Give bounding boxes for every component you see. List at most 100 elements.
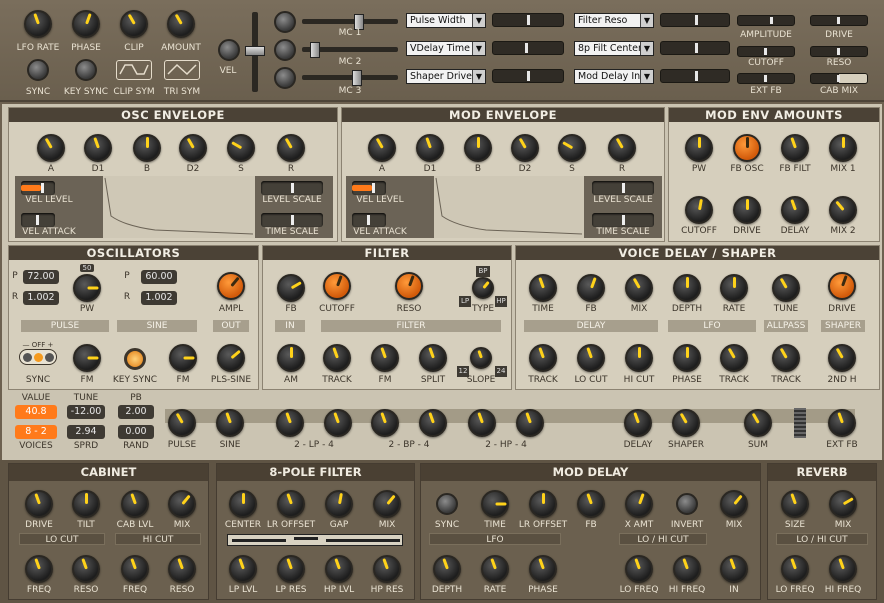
osc-time-scale-slider[interactable]	[261, 213, 323, 227]
lfo-phase-knob[interactable]	[72, 10, 100, 38]
delay-fb-knob[interactable]	[577, 274, 605, 302]
filter-fb-knob[interactable]	[277, 274, 305, 302]
delay-lo-cut-knob[interactable]	[577, 344, 605, 372]
mix-shaper-knob[interactable]	[672, 409, 700, 437]
osc-env-r-knob[interactable]	[277, 134, 305, 162]
cab-mix-slider[interactable]	[810, 73, 868, 84]
pulse-width-knob[interactable]	[73, 274, 101, 302]
sprd-value[interactable]: 2.94	[67, 425, 105, 439]
mod-amount-4-track[interactable]	[660, 13, 730, 27]
mod-dest-6-dropdown[interactable]: Mod Delay In ▼	[574, 69, 654, 84]
delay-track-knob[interactable]	[529, 344, 557, 372]
mod-env-fb-osc-knob[interactable]	[733, 134, 761, 162]
mc3-slider[interactable]	[302, 70, 398, 86]
mod-delay-fb-knob[interactable]	[577, 490, 605, 518]
mod-level-scale-slider[interactable]	[592, 181, 654, 195]
lfo-phase-knob[interactable]	[673, 344, 701, 372]
lfo-amount-knob[interactable]	[167, 10, 195, 38]
cab-lo-reso-knob[interactable]	[72, 555, 100, 583]
osc-env-b-knob[interactable]	[133, 134, 161, 162]
lfo-track-knob[interactable]	[720, 344, 748, 372]
lp-res-knob[interactable]	[277, 555, 305, 583]
pole-lr-offset-knob[interactable]	[277, 490, 305, 518]
mod-delay-x-amt-knob[interactable]	[625, 490, 653, 518]
mod-delay-phase-knob[interactable]	[529, 555, 557, 583]
lfo-clip-knob[interactable]	[120, 10, 148, 38]
allpass-tune-knob[interactable]	[772, 274, 800, 302]
cab-hi-freq-knob[interactable]	[121, 555, 149, 583]
cab-drive-knob[interactable]	[25, 490, 53, 518]
reverb-mix-knob[interactable]	[829, 490, 857, 518]
pole-center-knob[interactable]	[229, 490, 257, 518]
ext-fb-slider[interactable]	[737, 73, 795, 84]
cutoff-slider[interactable]	[737, 46, 795, 57]
filter-slope-knob[interactable]	[470, 347, 492, 369]
cab-lvl-knob[interactable]	[121, 490, 149, 518]
voices-value[interactable]: 8 - 2	[15, 425, 57, 439]
mod-env-drive-knob[interactable]	[733, 196, 761, 224]
mod-delay-time-knob[interactable]	[481, 490, 509, 518]
mod-delay-rate-knob[interactable]	[481, 555, 509, 583]
cab-lo-freq-knob[interactable]	[25, 555, 53, 583]
pole-gap-knob[interactable]	[325, 490, 353, 518]
allpass-track-knob[interactable]	[772, 344, 800, 372]
mix-hp4-knob[interactable]	[516, 409, 544, 437]
mix-hp2-knob[interactable]	[468, 409, 496, 437]
pb-value[interactable]: 2.00	[118, 405, 154, 419]
mod-env-delay-knob[interactable]	[781, 196, 809, 224]
mix-sum-knob[interactable]	[744, 409, 772, 437]
mod-delay-sync-button[interactable]	[436, 493, 458, 515]
sine-fm-knob[interactable]	[169, 344, 197, 372]
mod-env-pw-knob[interactable]	[685, 134, 713, 162]
reverb-size-knob[interactable]	[781, 490, 809, 518]
mod-vel-attack-slider[interactable]	[352, 213, 386, 227]
osc-env-d2-knob[interactable]	[179, 134, 207, 162]
mix-bp4-knob[interactable]	[419, 409, 447, 437]
reverb-lo-freq-knob[interactable]	[781, 555, 809, 583]
filter-cutoff-knob[interactable]	[323, 272, 351, 300]
lfo-rate-knob[interactable]	[720, 274, 748, 302]
cab-mix-knob[interactable]	[168, 490, 196, 518]
mod-env-s-knob[interactable]	[558, 134, 586, 162]
mod-delay-invert-button[interactable]	[676, 493, 698, 515]
mod-dest-2-dropdown[interactable]: VDelay Time ▼	[406, 41, 486, 56]
reverb-hi-freq-knob[interactable]	[829, 555, 857, 583]
mod-env-mix2-knob[interactable]	[829, 196, 857, 224]
mod-env-d1-knob[interactable]	[416, 134, 444, 162]
mod-vel-level-slider[interactable]	[352, 181, 386, 195]
mod-env-cutoff-knob[interactable]	[685, 196, 713, 224]
mc1-button[interactable]	[274, 11, 296, 33]
mod-env-a-knob[interactable]	[368, 134, 396, 162]
filter-reso-knob[interactable]	[395, 272, 423, 300]
delay-hi-cut-knob[interactable]	[625, 344, 653, 372]
delay-mix-knob[interactable]	[625, 274, 653, 302]
osc-env-d1-knob[interactable]	[84, 134, 112, 162]
filter-split-knob[interactable]	[419, 344, 447, 372]
osc-vel-level-slider[interactable]	[21, 181, 55, 195]
pulse-fm-knob[interactable]	[73, 344, 101, 372]
mod-delay-lo-freq-knob[interactable]	[625, 555, 653, 583]
rand-value[interactable]: 0.00	[118, 425, 154, 439]
osc-env-a-knob[interactable]	[37, 134, 65, 162]
value-display[interactable]: 40.8	[15, 405, 57, 419]
mix-pulse-knob[interactable]	[168, 409, 196, 437]
key-sync-led-button[interactable]	[124, 348, 146, 370]
mod-delay-hi-freq-knob[interactable]	[673, 555, 701, 583]
mod-time-scale-slider[interactable]	[592, 213, 654, 227]
tune-value[interactable]: -12.00	[67, 405, 105, 419]
mod-env-r-knob[interactable]	[608, 134, 636, 162]
lfo-sync-button[interactable]	[27, 59, 49, 81]
lfo-depth-knob[interactable]	[673, 274, 701, 302]
mix-lp4-knob[interactable]	[324, 409, 352, 437]
mix-delay-knob[interactable]	[624, 409, 652, 437]
pulse-pitch-value[interactable]: 72.00	[23, 270, 59, 284]
mod-delay-in-knob[interactable]	[720, 555, 748, 583]
mc1-slider[interactable]	[302, 14, 398, 30]
clip-sym-wave-icon[interactable]	[116, 60, 152, 80]
osc-env-s-knob[interactable]	[227, 134, 255, 162]
mc3-button[interactable]	[274, 67, 296, 89]
mod-env-mix1-knob[interactable]	[829, 134, 857, 162]
mod-dest-1-dropdown[interactable]: Pulse Width ▼	[406, 13, 486, 28]
filter-type-knob[interactable]	[472, 277, 494, 299]
mod-amount-3-track[interactable]	[492, 69, 564, 83]
